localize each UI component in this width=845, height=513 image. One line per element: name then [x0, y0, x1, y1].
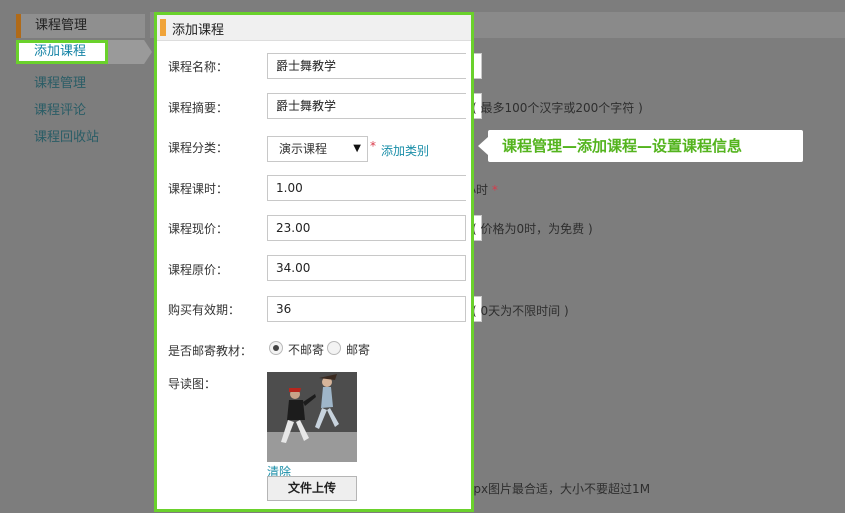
panel-header-accent [160, 19, 166, 36]
sidebar: 课程管理 添加课程 课程管理 课程评论 课程回收站 [0, 0, 155, 513]
no-shipping-label: 不邮寄 [288, 343, 325, 357]
breadcrumb-callout: 课程管理—添加课程—设置课程信息 [488, 130, 803, 162]
course-price-input[interactable]: 23.00 [267, 215, 466, 241]
validity-hint: ( 0天为不限时间 ) [472, 304, 569, 318]
panel-title: 添加课程 [172, 23, 225, 38]
sidebar-heading: 课程管理 [16, 14, 145, 38]
active-item-arrow [108, 40, 152, 64]
course-summary-input[interactable]: 爵士舞教学 [267, 93, 466, 119]
sidebar-item-recycle-bin[interactable]: 课程回收站 [34, 126, 99, 145]
add-course-panel: 添加课程 课程名称： 爵士舞教学 课程摘要： 爵士舞教学 课程分类： 演示课程 … [154, 12, 474, 512]
category-select[interactable]: 演示课程 ▼ [267, 136, 368, 162]
shipping-label: 是否邮寄教材： [168, 344, 253, 358]
add-category-link[interactable]: 添加类别 [381, 142, 429, 159]
validity-input[interactable]: 36 [267, 296, 466, 322]
sidebar-item-course-comments[interactable]: 课程评论 [34, 99, 86, 118]
shipping-radio[interactable] [327, 341, 341, 355]
price-hint: ( 价格为0时，为免费 ) [472, 222, 593, 236]
validity-label: 购买有效期： [168, 303, 241, 317]
category-label: 课程分类： [168, 141, 229, 155]
required-marker: * [370, 139, 376, 153]
sidebar-item-course-manage[interactable]: 课程管理 [34, 72, 86, 91]
course-name-input[interactable]: 爵士舞教学 [267, 53, 466, 79]
summary-label: 课程摘要： [168, 101, 229, 115]
callout-arrow [478, 137, 488, 155]
original-price-input[interactable]: 34.00 [267, 255, 466, 281]
file-upload-button[interactable]: 文件上传 [267, 476, 357, 501]
course-hours-input[interactable]: 1.00 [267, 175, 466, 201]
category-selected-value: 演示课程 [279, 142, 328, 156]
shipping-option-label: 邮寄 [346, 343, 371, 357]
chevron-down-icon: ▼ [353, 143, 361, 154]
cover-label: 导读图： [168, 377, 217, 391]
required-marker: * [491, 183, 498, 197]
panel-header: 添加课程 [157, 15, 471, 41]
dancers-image [267, 372, 357, 462]
original-price-label: 课程原价： [168, 263, 229, 277]
summary-hint: ( 最多100个汉字或200个字符 ) [472, 101, 643, 115]
price-label: 课程现价： [168, 222, 229, 236]
hours-label: 课程课时： [168, 182, 229, 196]
sidebar-item-add-course[interactable]: 添加课程 [16, 40, 108, 64]
name-label: 课程名称： [168, 60, 229, 74]
no-shipping-radio[interactable] [269, 341, 283, 355]
cover-image-thumbnail [267, 372, 357, 462]
